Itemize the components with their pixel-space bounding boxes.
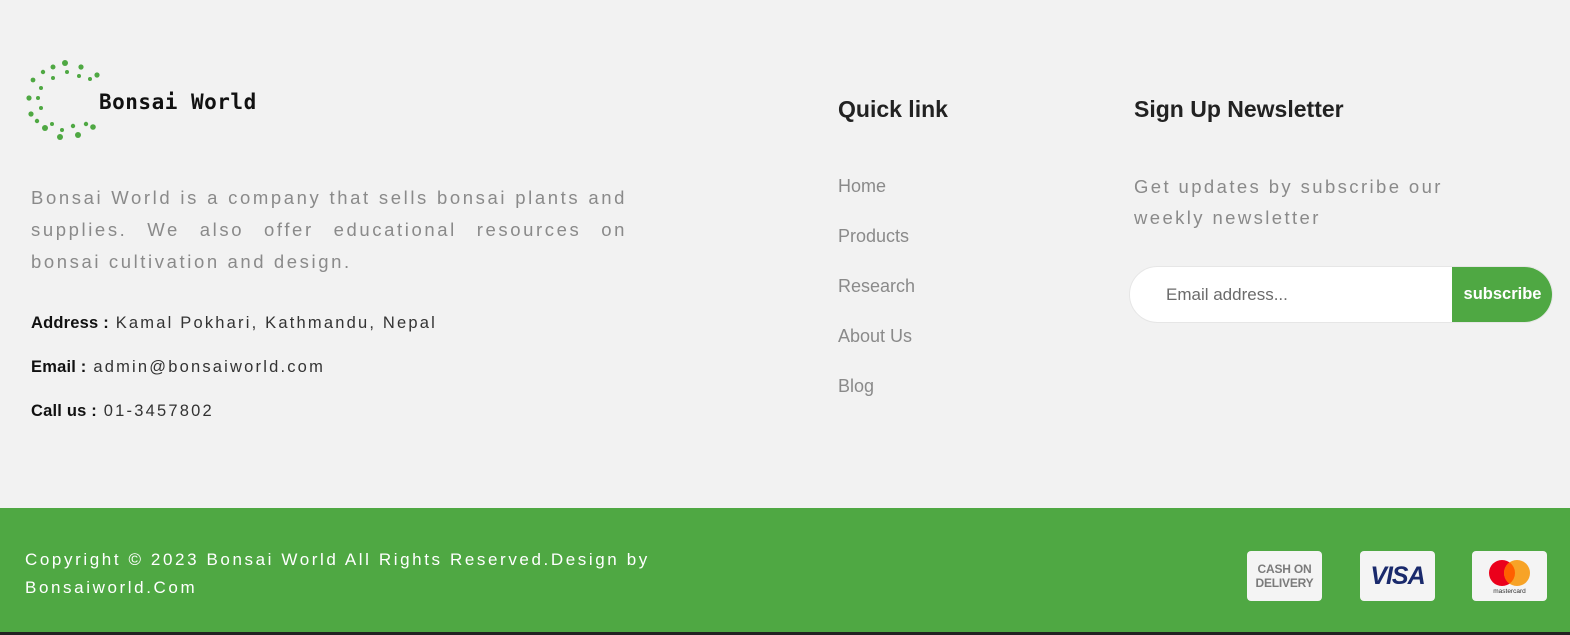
contact-phone: Call us : 01-3457802 [31,402,214,421]
quick-links-list: Home Products Research About Us Blog [838,176,915,426]
quick-link-products[interactable]: Products [838,226,915,276]
footer-top: Bonsai World Bonsai World is a company t… [0,0,1570,508]
mastercard-badge: mastercard [1472,551,1547,601]
cod-line2: DELIVERY [1255,576,1314,590]
cod-line1: CASH ON [1257,562,1312,576]
email-value[interactable]: admin@bonsaiworld.com [93,358,325,376]
about-description: Bonsai World is a company that sells bon… [31,187,627,272]
brand-name: Bonsai World [99,90,257,114]
quick-link-about-us[interactable]: About Us [838,326,915,376]
email-label: Email : [31,358,87,376]
mastercard-wordmark: mastercard [1493,588,1526,595]
quick-link-home[interactable]: Home [838,176,915,226]
copyright-text: Copyright © 2023 Bonsai World All Rights… [25,550,650,597]
footer-bottom: Copyright © 2023 Bonsai World All Rights… [0,508,1570,632]
quick-link-blog[interactable]: Blog [838,376,915,426]
cash-on-delivery-badge: CASH ON DELIVERY [1247,551,1322,601]
bonsai-logo-icon [26,60,100,140]
contact-address: Address : Kamal Pokhari, Kathmandu, Nepa… [31,314,437,333]
quick-link-research[interactable]: Research [838,276,915,326]
quick-links-title: Quick link [838,96,948,122]
newsletter-title: Sign Up Newsletter [1134,96,1344,122]
address-value: Kamal Pokhari, Kathmandu, Nepal [115,314,438,332]
email-input[interactable] [1130,267,1455,322]
phone-value[interactable]: 01-3457802 [104,402,214,420]
visa-badge: VISA [1360,551,1435,601]
visa-logo: VISA [1370,561,1425,590]
newsletter-form: subscribe [1129,266,1553,323]
phone-label: Call us : [31,402,97,420]
subscribe-button[interactable]: subscribe [1452,267,1552,322]
brand[interactable]: Bonsai World [24,58,284,148]
address-label: Address : [31,314,109,332]
contact-email: Email : admin@bonsaiworld.com [31,358,325,377]
newsletter-description: Get updates by subscribe our weekly news… [1134,176,1443,228]
